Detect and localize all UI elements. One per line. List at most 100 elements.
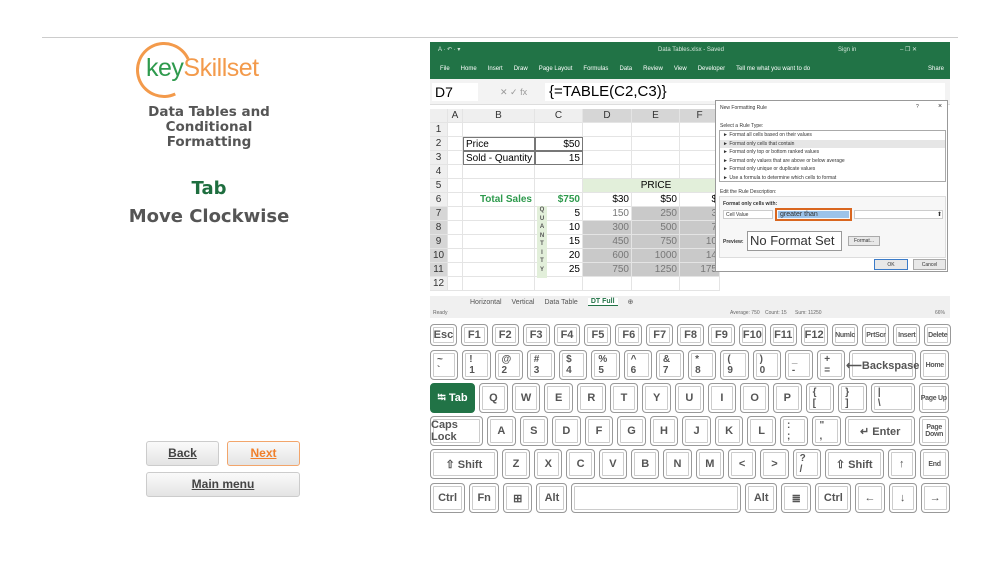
- cell-E2[interactable]: [632, 137, 680, 151]
- cell-F10[interactable]: 14: [680, 249, 720, 263]
- key-symbol-5-8[interactable]: ←: [855, 483, 885, 513]
- key-0[interactable]: ) 0: [752, 350, 781, 380]
- ribbon-tab-formulas[interactable]: Formulas: [583, 66, 608, 72]
- key-ctrl[interactable]: Ctrl: [430, 483, 466, 513]
- cell-D6[interactable]: $30: [583, 193, 632, 207]
- key-f12[interactable]: F12: [800, 324, 828, 346]
- sign-in-link[interactable]: Sign in: [838, 42, 856, 58]
- cell-E12[interactable]: [632, 277, 680, 291]
- cell-A2[interactable]: [448, 137, 463, 151]
- key-r[interactable]: R: [577, 383, 606, 413]
- key-e[interactable]: E: [544, 383, 573, 413]
- cell-D2[interactable]: [583, 137, 632, 151]
- key-j[interactable]: J: [682, 416, 711, 446]
- cell-B4[interactable]: [463, 165, 535, 179]
- cell-F6[interactable]: $: [680, 193, 720, 207]
- cell-C2[interactable]: $50: [535, 137, 583, 151]
- row-header[interactable]: 2: [430, 137, 448, 151]
- cell-C5[interactable]: [535, 179, 583, 193]
- cell-D9[interactable]: 450: [583, 235, 632, 249]
- row-header[interactable]: 1: [430, 123, 448, 137]
- sheet-tab-vertical[interactable]: Vertical: [512, 299, 535, 306]
- key-f3[interactable]: F3: [522, 324, 550, 346]
- ribbon-tab-draw[interactable]: Draw: [514, 66, 528, 72]
- cell-E6[interactable]: $50: [632, 193, 680, 207]
- key-z[interactable]: Z: [501, 449, 531, 479]
- cell-B5[interactable]: [463, 179, 535, 193]
- cell-value-select[interactable]: Cell Value: [723, 210, 773, 219]
- ribbon-tab-developer[interactable]: Developer: [698, 66, 725, 72]
- cell-B1[interactable]: [463, 123, 535, 137]
- key-9[interactable]: (9: [720, 350, 749, 380]
- ribbon-tab-review[interactable]: Review: [643, 66, 663, 72]
- cell-C4[interactable]: [535, 165, 583, 179]
- key-w[interactable]: W: [511, 383, 541, 413]
- row-header[interactable]: 7: [430, 207, 448, 221]
- key-i[interactable]: I: [707, 383, 737, 413]
- key-f11[interactable]: F11: [769, 324, 797, 346]
- cell-A9[interactable]: [448, 235, 463, 249]
- key-prtscr[interactable]: PrtScr: [862, 324, 890, 346]
- cell-D4[interactable]: [583, 165, 632, 179]
- key-ctrl[interactable]: Ctrl: [815, 483, 852, 513]
- ribbon-tab-view[interactable]: View: [674, 66, 687, 72]
- key-delete[interactable]: Delete: [924, 324, 952, 346]
- cell-C1[interactable]: [535, 123, 583, 137]
- key-f2[interactable]: F2: [491, 324, 519, 346]
- key-x[interactable]: X: [534, 449, 563, 479]
- cell-A12[interactable]: [448, 277, 463, 291]
- key-o[interactable]: O: [740, 383, 769, 413]
- next-button[interactable]: Next: [227, 441, 300, 466]
- cell-E5[interactable]: PRICE: [632, 179, 680, 193]
- cell-D3[interactable]: [583, 151, 632, 165]
- cell-D7[interactable]: 150: [583, 207, 632, 221]
- cell-E4[interactable]: [632, 165, 680, 179]
- key-c[interactable]: C: [566, 449, 595, 479]
- rule-type-item[interactable]: ► Format only cells that contain: [720, 139, 945, 148]
- row-header[interactable]: 12: [430, 277, 448, 291]
- cell-F12[interactable]: [680, 277, 720, 291]
- help-button[interactable]: ?: [916, 104, 919, 110]
- cell-F3[interactable]: [680, 151, 720, 165]
- cancel-button[interactable]: Cancel: [913, 259, 946, 270]
- rule-type-list[interactable]: ► Format all cells based on their values…: [719, 130, 946, 182]
- close-button[interactable]: ×: [938, 103, 942, 110]
- key-f6[interactable]: F6: [615, 324, 643, 346]
- cell-A7[interactable]: [448, 207, 463, 221]
- key-y[interactable]: Y: [642, 383, 671, 413]
- key-f10[interactable]: F10: [738, 324, 766, 346]
- key-8[interactable]: * 8: [688, 350, 717, 380]
- key-enter[interactable]: ↵ Enter: [845, 416, 916, 446]
- row-header[interactable]: 5: [430, 179, 448, 193]
- sheet-tab-data-table[interactable]: Data Table: [544, 299, 577, 306]
- rule-type-item[interactable]: ► Format only values that are above or b…: [720, 157, 945, 166]
- key-f8[interactable]: F8: [677, 324, 705, 346]
- key-shift[interactable]: ⇧ Shift: [824, 449, 884, 479]
- cell-A1[interactable]: [448, 123, 463, 137]
- key-symbol-1-0[interactable]: ~ `: [430, 350, 459, 380]
- key-space[interactable]: [571, 483, 742, 513]
- key-alt[interactable]: Alt: [745, 483, 778, 513]
- row-header[interactable]: 4: [430, 165, 448, 179]
- cell-D10[interactable]: 600: [583, 249, 632, 263]
- key-d[interactable]: D: [552, 416, 581, 446]
- cell-D8[interactable]: 300: [583, 221, 632, 235]
- cell-C6[interactable]: $750: [535, 193, 583, 207]
- cell-B2[interactable]: Price: [463, 137, 535, 151]
- main-menu-button[interactable]: Main menu: [146, 472, 300, 497]
- cell-F9[interactable]: 10: [680, 235, 720, 249]
- key-h[interactable]: H: [649, 416, 679, 446]
- cell-D11[interactable]: 750: [583, 263, 632, 277]
- cell-B11[interactable]: [463, 263, 535, 277]
- cell-E9[interactable]: 750: [632, 235, 680, 249]
- cell-D5[interactable]: [583, 179, 632, 193]
- cell-F11[interactable]: 175: [680, 263, 720, 277]
- cell-E7[interactable]: 250: [632, 207, 680, 221]
- cell-B12[interactable]: [463, 277, 535, 291]
- key-s[interactable]: S: [519, 416, 549, 446]
- key-symbol-4-9[interactable]: >: [760, 449, 789, 479]
- key-shift[interactable]: ⇧ Shift: [430, 449, 498, 479]
- key-page-up[interactable]: Page Up: [918, 383, 949, 413]
- key-t[interactable]: T: [609, 383, 639, 413]
- key-alt[interactable]: Alt: [536, 483, 568, 513]
